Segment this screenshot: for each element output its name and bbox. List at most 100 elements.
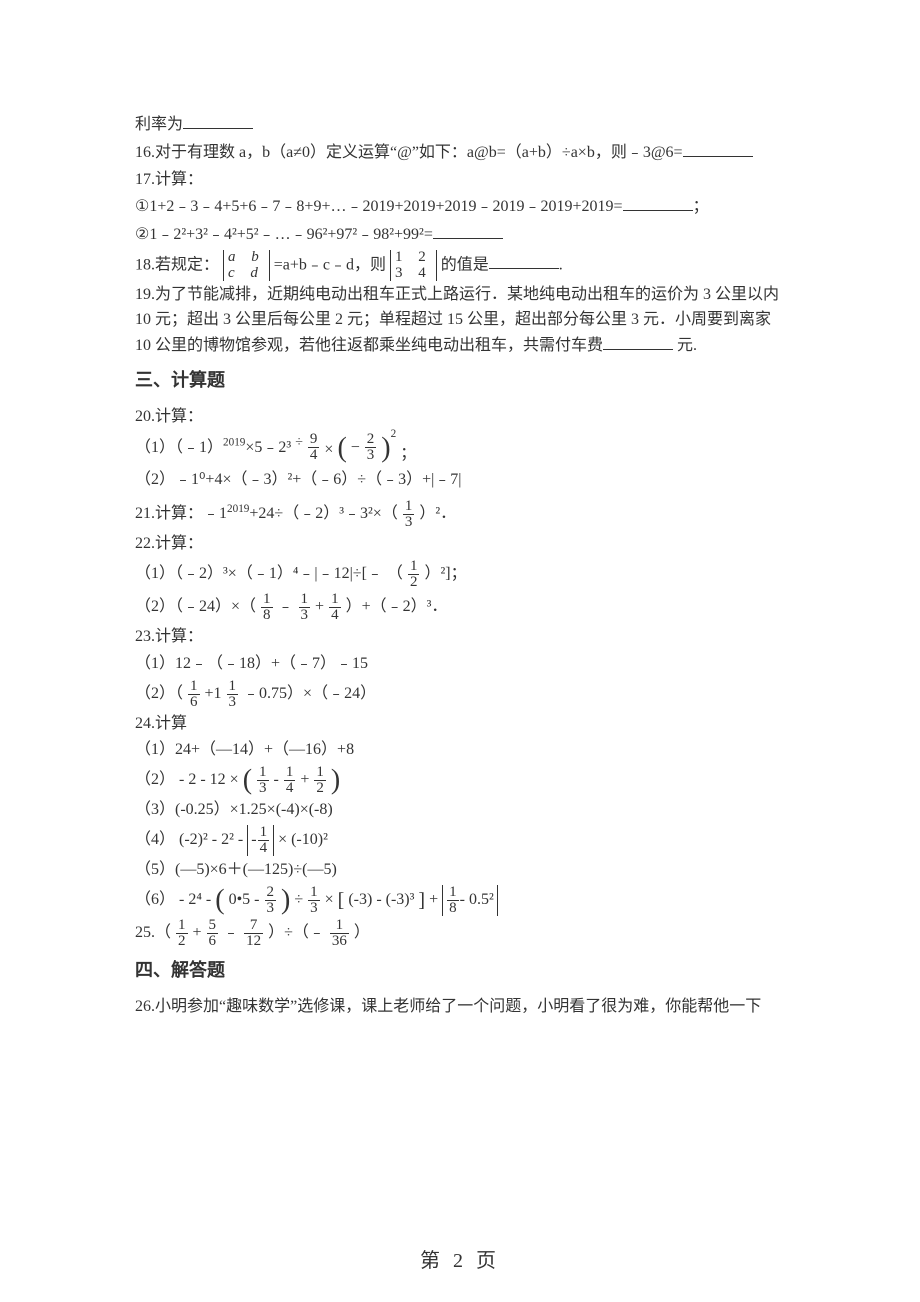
frac-1-3: 13 (227, 679, 239, 710)
text: ﹣0.75）×（﹣24） (243, 685, 376, 702)
q15-tail: 利率为 (135, 112, 785, 138)
mul: × (324, 441, 333, 458)
period: . (559, 256, 563, 273)
q24-part1: （1）24+（—14）+（—16）+8 (135, 738, 785, 763)
q22-head: 22.计算： (135, 532, 785, 557)
text: ）²． (419, 505, 456, 522)
div: ÷ (294, 891, 303, 908)
q24-part5: （5）(—5)×6＋(—125)÷(—5) (135, 858, 785, 883)
section-4-title: 四、解答题 (135, 957, 785, 985)
text: （ (387, 565, 403, 582)
rparen-icon: ) (281, 884, 290, 915)
det-row: a b (228, 250, 265, 266)
q19: 19.为了节能减排，近期纯电动出租车正式上路运行．某地纯电动出租车的运价为 3 … (135, 283, 785, 358)
q22-part2: （2）（﹣24）×（ 18 ﹣ 13 + 14 ）+（﹣2）³． (135, 592, 785, 623)
text: 21.计算：﹣1 (135, 505, 227, 522)
frac-1-8: 18 (447, 885, 459, 916)
frac-1-36: 136 (330, 918, 349, 949)
expr: (-3) - (-3)³ (348, 891, 414, 908)
minus: ﹣ (223, 924, 239, 941)
q22-part1: （1）（﹣2）³×（﹣1）⁴﹣|﹣12|÷[﹣ （ 12 ）²]； (135, 559, 785, 590)
label: （6） (135, 891, 175, 908)
q16: 16.对于有理数 a，b（a≠0）定义运算“@”如下：a@b=（a+b）÷a×b… (135, 140, 785, 166)
text: （1）（﹣1） (135, 439, 223, 456)
minus: ﹣ (278, 598, 294, 615)
blank (683, 140, 753, 157)
div: ÷ (295, 435, 303, 450)
blank (623, 194, 693, 211)
frac-5-6: 56 (207, 918, 219, 949)
q17-part1: ①1+2﹣3﹣4+5+6﹣7﹣8+9+…﹣2019+2019+2019﹣2019… (135, 194, 785, 220)
q17-2-text: ②1﹣2²+3²﹣4²+5²﹣…﹣96²+97²﹣98²+99²= (135, 226, 433, 243)
text: 25.（ (135, 924, 171, 941)
plus: + (193, 924, 202, 941)
q17-1-text: ①1+2﹣3﹣4+5+6﹣7﹣8+9+…﹣2019+2019+2019﹣2019… (135, 198, 623, 215)
page-number: 第 2 页 (0, 1246, 920, 1277)
text: ）+（﹣2）³． (346, 598, 448, 615)
q17-head: 17.计算： (135, 168, 785, 193)
blank (183, 112, 253, 129)
lparen-icon: ( (215, 884, 224, 915)
blank (489, 252, 559, 269)
q20-part1: （1）（﹣1）2019×5﹣2³ ÷ 94 × ( − 23 )2 ； (135, 432, 785, 467)
det-row: c d (228, 266, 265, 282)
expr: - 0.5² (460, 891, 494, 908)
q18-pre: 18.若规定： (135, 256, 219, 273)
text: （2）（ (135, 685, 183, 702)
label: （2） (135, 771, 175, 788)
page: 利率为 16.对于有理数 a，b（a≠0）定义运算“@”如下：a@b=（a+b）… (0, 0, 920, 1302)
q16-text: 16.对于有理数 a，b（a≠0）定义运算“@”如下：a@b=（a+b）÷a×b… (135, 144, 683, 161)
q24-part2: （2） - 2 - 12 × ( 13 - 14 + 12 ) (135, 765, 785, 796)
expr: 0•5 - (229, 891, 260, 908)
semicolon: ； (693, 198, 709, 215)
plus: + (429, 891, 438, 908)
frac-1-8: 18 (261, 592, 273, 623)
q18-post: 的值是 (441, 256, 489, 273)
abs: -14 (247, 825, 274, 856)
frac-1-3: 13 (308, 885, 320, 916)
exponent: 2019 (223, 436, 245, 448)
q15-text: 利率为 (135, 116, 183, 133)
q20-part2: （2）﹣1⁰+4×（﹣3）²+（﹣6）÷（﹣3）+|﹣7| (135, 468, 785, 493)
text: （1）（﹣2）³×（﹣1）⁴﹣|﹣12|÷[﹣ (135, 565, 383, 582)
plus: + (315, 598, 324, 615)
frac-2-3: 23 (265, 885, 277, 916)
det-row: 3 4 (395, 266, 432, 282)
frac-1-4: 14 (284, 765, 296, 796)
q21: 21.计算：﹣12019+24÷（﹣2）³﹣3²×（ 13 ）²． (135, 499, 785, 530)
rparen-icon: ) (381, 432, 390, 463)
determinant-1234: 1 2 3 4 (390, 250, 437, 282)
frac-1-3: 13 (403, 499, 415, 530)
text: ）²]； (424, 565, 466, 582)
q23-head: 23.计算： (135, 625, 785, 650)
frac-9-4: 94 (308, 432, 320, 463)
blank (433, 222, 503, 239)
det-row: 1 2 (395, 250, 432, 266)
q26: 26.小明参加“趣味数学”选修课，课上老师给了一个问题，小明看了很为难，你能帮他… (135, 995, 785, 1020)
text: ）÷（﹣ (268, 924, 325, 941)
lparen-icon: ( (243, 765, 252, 796)
expr: - 2 - 12 × (179, 771, 239, 788)
frac-1-4: 14 (329, 592, 341, 623)
lparen-icon: ( (337, 432, 346, 463)
q18: 18.若规定： a b c d =a+b﹣c﹣d，则 1 2 3 4 的值是. (135, 250, 785, 282)
q23-part1: （1）12﹣（﹣18）+（﹣7）﹣15 (135, 652, 785, 677)
frac-2-3: 23 (365, 432, 377, 463)
q17-part2: ②1﹣2²+3²﹣4²+5²﹣…﹣96²+97²﹣98²+99²= (135, 222, 785, 248)
frac-7-12: 712 (244, 918, 263, 949)
frac-1-2: 12 (176, 918, 188, 949)
frac-1-4: 14 (258, 825, 270, 856)
rparen-icon: ) (331, 765, 340, 796)
label: （4） (135, 831, 175, 848)
q20-head: 20.计算： (135, 405, 785, 430)
q24-part6: （6） - 2⁴ - ( 0•5 - 23 ) ÷ 13 × [ (-3) - … (135, 885, 785, 916)
q25: 25.（ 12 + 56 ﹣ 712 ）÷（﹣ 136 ） (135, 918, 785, 949)
frac-1-2: 12 (408, 559, 420, 590)
expr: - 2⁴ - (179, 891, 211, 908)
text: （2）（﹣24）×（ (135, 598, 256, 615)
rbracket-icon: ] (418, 889, 425, 911)
frac-1-6: 16 (188, 679, 200, 710)
q24-head: 24.计算 (135, 712, 785, 737)
q19-end: 元. (673, 337, 697, 354)
q24-part4: （4） (-2)² - 2² - -14 × (-10)² (135, 825, 785, 856)
